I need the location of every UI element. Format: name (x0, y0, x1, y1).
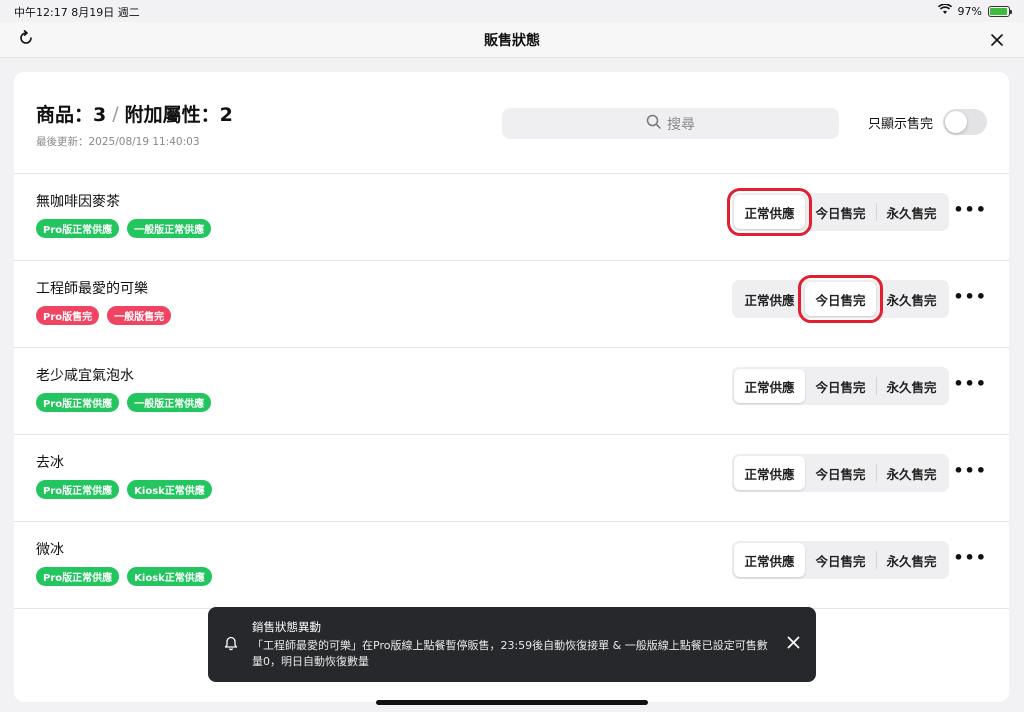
sold-out-permanent-button[interactable]: 永久售完 (876, 456, 947, 490)
summary-counts: 商品：3 / 附加屬性：2 (36, 100, 233, 127)
item-row: 工程師最愛的可樂 Pro版售完 一般版售完 正常供應 今日售完 永久售完 ••• (14, 261, 1009, 348)
availability-segmented-control: 正常供應 今日售完 永久售完 (732, 275, 949, 323)
item-badges: Pro版售完 一般版售完 (36, 306, 172, 325)
sold-out-filter: 只顯示售完 (868, 109, 987, 135)
item-list: 無咖啡因麥茶 Pro版正常供應 一般版正常供應 正常供應 今日售完 永久售完 ••• 工程師最… (14, 174, 1009, 609)
item-badges: Pro版正常供應 一般版正常供應 (36, 219, 212, 238)
sold-out-permanent-button[interactable]: 永久售完 (876, 195, 947, 229)
status-bar: 中午12:17 8月19日 週二 97% (0, 0, 1024, 22)
normal-supply-button[interactable]: 正常供應 (734, 543, 805, 577)
item-badges: Pro版正常供應 Kiosk正常供應 (36, 567, 212, 586)
attributes-count: 附加屬性：2 (124, 104, 233, 126)
close-icon[interactable] (990, 28, 1004, 52)
sold-out-today-button[interactable]: 今日售完 (805, 195, 876, 229)
refresh-icon[interactable] (18, 30, 34, 51)
search-input[interactable]: 搜尋 (502, 108, 839, 139)
status-badge: 一般版正常供應 (127, 393, 212, 412)
item-name: 去冰 (36, 455, 64, 471)
last-updated: 最後更新：2025/08/19 11:40:03 (36, 136, 200, 148)
normal-supply-button[interactable]: 正常供應 (734, 369, 805, 403)
sold-out-today-button[interactable]: 今日售完 (805, 456, 876, 490)
bell-icon (224, 636, 238, 655)
toast-title: 銷售狀態異動 (252, 620, 321, 634)
status-badge: Kiosk正常供應 (127, 480, 212, 499)
panel-header: 商品：3 / 附加屬性：2 最後更新：2025/08/19 11:40:03 搜… (14, 72, 1009, 174)
sold-out-permanent-button[interactable]: 永久售完 (876, 282, 947, 316)
products-count: 商品：3 (36, 104, 107, 126)
normal-supply-button[interactable]: 正常供應 (734, 456, 805, 490)
sold-out-today-button[interactable]: 今日售完 (805, 543, 876, 577)
item-row: 去冰 Pro版正常供應 Kiosk正常供應 正常供應 今日售完 永久售完 ••• (14, 435, 1009, 522)
item-name: 微冰 (36, 542, 64, 558)
sold-out-today-button[interactable]: 今日售完 (798, 275, 883, 323)
more-options-icon[interactable]: ••• (953, 200, 987, 219)
item-name: 無咖啡因麥茶 (36, 194, 120, 210)
availability-segmented-control: 正常供應 今日售完 永久售完 (732, 367, 949, 405)
status-badge: Pro版正常供應 (36, 480, 120, 499)
toggle-knob (945, 111, 967, 133)
availability-segmented-control: 正常供應 今日售完 永久售完 (732, 541, 949, 579)
page-title: 販售狀態 (484, 32, 540, 49)
item-row: 老少咸宜氣泡水 Pro版正常供應 一般版正常供應 正常供應 今日售完 永久售完 ••• (14, 348, 1009, 435)
status-time-date: 中午12:17 8月19日 週二 (14, 6, 140, 19)
search-placeholder: 搜尋 (667, 116, 695, 133)
item-badges: Pro版正常供應 Kiosk正常供應 (36, 480, 212, 499)
battery-percent: 97% (957, 4, 982, 18)
wifi-icon (937, 3, 952, 18)
status-badge: Pro版正常供應 (36, 393, 120, 412)
status-badge: 一般版正常供應 (127, 219, 212, 238)
sold-out-toggle-label: 只顯示售完 (867, 116, 933, 132)
item-row: 微冰 Pro版正常供應 Kiosk正常供應 正常供應 今日售完 永久售完 ••• (14, 522, 1009, 609)
item-name: 工程師最愛的可樂 (36, 281, 148, 297)
normal-supply-button[interactable]: 正常供應 (727, 188, 812, 236)
sold-out-permanent-button[interactable]: 永久售完 (876, 369, 947, 403)
status-badge: Pro版正常供應 (36, 567, 120, 586)
toast-close-icon[interactable] (787, 633, 800, 654)
status-badge: 一般版售完 (107, 306, 172, 325)
status-badge: Pro版售完 (36, 306, 100, 325)
status-right: 97% (937, 3, 1012, 18)
summary-separator: / (112, 102, 119, 125)
home-indicator[interactable] (376, 700, 648, 705)
normal-supply-button[interactable]: 正常供應 (734, 282, 805, 316)
more-options-icon[interactable]: ••• (953, 374, 987, 393)
sold-out-toggle[interactable] (943, 109, 987, 135)
more-options-icon[interactable]: ••• (953, 461, 987, 480)
sold-out-permanent-button[interactable]: 永久售完 (876, 543, 947, 577)
battery-icon (988, 5, 1012, 17)
item-row: 無咖啡因麥茶 Pro版正常供應 一般版正常供應 正常供應 今日售完 永久售完 ••• (14, 174, 1009, 261)
availability-segmented-control: 正常供應 今日售完 永久售完 (727, 188, 949, 236)
more-options-icon[interactable]: ••• (953, 548, 987, 567)
sold-out-today-button[interactable]: 今日售完 (805, 369, 876, 403)
toast-message: 「工程師最愛的可樂」在Pro版線上點餐暫停販售，23:59後自動恢復接單 & 一… (252, 639, 768, 668)
search-icon (646, 114, 661, 133)
item-badges: Pro版正常供應 一般版正常供應 (36, 393, 212, 412)
availability-segmented-control: 正常供應 今日售完 永久售完 (732, 454, 949, 492)
status-badge: Kiosk正常供應 (127, 567, 212, 586)
nav-bar: 販售狀態 (0, 22, 1024, 58)
status-badge: Pro版正常供應 (36, 219, 120, 238)
item-name: 老少咸宜氣泡水 (36, 368, 134, 384)
notification-toast: 銷售狀態異動 「工程師最愛的可樂」在Pro版線上點餐暫停販售，23:59後自動恢… (208, 607, 816, 682)
more-options-icon[interactable]: ••• (953, 287, 987, 306)
